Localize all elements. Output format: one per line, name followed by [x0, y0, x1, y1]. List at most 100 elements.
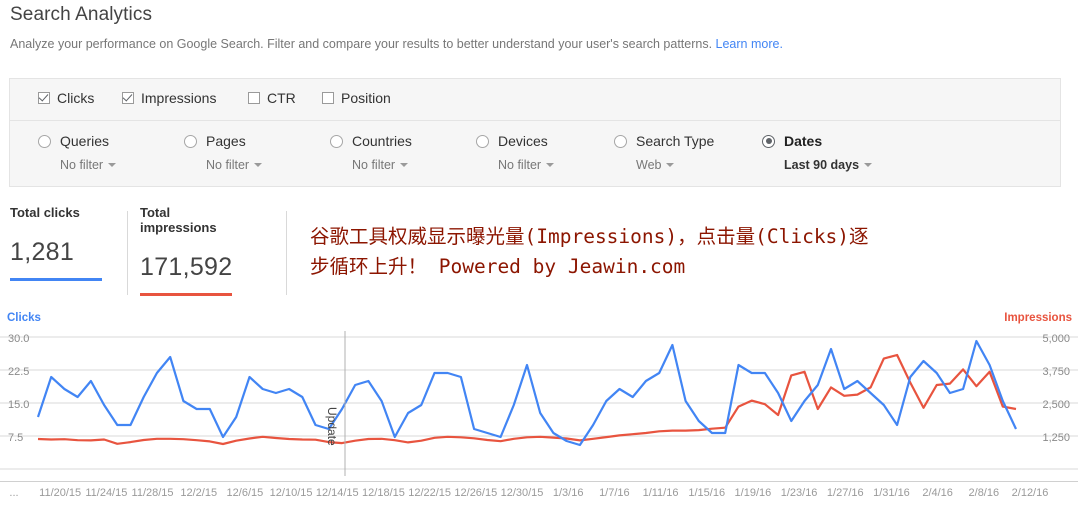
chart-svg: [0, 331, 1078, 476]
chart-plot-area: 30.0 22.5 15.0 7.5 5,000 3,750 2,500 1,2…: [0, 331, 1078, 476]
x-axis-tick-label: 1/11/16: [642, 487, 679, 499]
metric-label: Clicks: [57, 90, 95, 106]
watermark-text: 谷歌工具权威显示曝光量(Impressions)，点击量(Clicks)逐 步循环…: [310, 222, 1010, 282]
total-impressions-value: 171,592: [140, 253, 233, 281]
x-axis-tick-label: 1/19/16: [734, 487, 772, 499]
dimension-filter-value: No filter: [352, 158, 396, 172]
dimension-dates[interactable]: Dates Last 90 days: [762, 133, 873, 172]
y-axis-right-tick: 2,500: [1042, 399, 1070, 411]
x-axis-tick-label: 11/20/15: [39, 487, 82, 499]
dimension-header[interactable]: Pages: [184, 133, 262, 149]
radio-icon[interactable]: [184, 134, 197, 148]
search-analytics-chart: Clicks Impressions 30.0 22.5 15.0 7.5 5,…: [0, 305, 1078, 513]
dimension-label: Search Type: [636, 133, 715, 149]
dimension-filter-value: No filter: [206, 158, 250, 172]
metric-label: Position: [341, 90, 391, 106]
x-axis-tick-label: 12/26/15: [454, 487, 498, 499]
chevron-down-icon[interactable]: [666, 163, 675, 167]
metric-label: CTR: [267, 90, 296, 106]
x-axis-tick-label: 12/18/15: [362, 487, 405, 499]
dimension-header[interactable]: Devices: [476, 133, 554, 149]
chevron-down-icon[interactable]: [108, 163, 117, 167]
chevron-down-icon[interactable]: [864, 163, 873, 167]
dimension-filter-dropdown[interactable]: No filter: [206, 158, 263, 172]
page-subtitle: Analyze your performance on Google Searc…: [10, 37, 783, 51]
subtitle-text: Analyze your performance on Google Searc…: [10, 37, 716, 51]
x-axis-tick-label: 2/8/16: [968, 487, 1000, 499]
dimension-queries[interactable]: Queries No filter: [38, 133, 117, 172]
radio-icon[interactable]: [38, 134, 51, 148]
learn-more-link[interactable]: Learn more.: [716, 37, 783, 51]
chart-legend-clicks: Clicks: [7, 312, 41, 324]
dimension-label: Queries: [60, 133, 110, 149]
total-impressions-card: Total impressions 171,592: [140, 205, 254, 296]
chart-legend-impressions: Impressions: [1004, 312, 1072, 324]
chart-annotation-update: Update: [325, 407, 339, 446]
chart-x-axis: ... 11/20/15 11/24/15 11/28/15 12/2/15 12/6/1…: [0, 481, 1078, 512]
dimension-countries[interactable]: Countries No filter: [330, 133, 412, 172]
total-clicks-card: Total clicks 1,281: [10, 205, 124, 281]
metric-checkbox-clicks[interactable]: Clicks: [38, 90, 94, 106]
dimension-header[interactable]: Countries: [330, 133, 412, 149]
x-axis-tick-label: 11/28/15: [131, 487, 174, 499]
metric-checkbox-ctr[interactable]: CTR: [248, 90, 296, 106]
x-axis-tick-label: ...: [9, 487, 19, 499]
checkbox-icon[interactable]: [248, 92, 260, 104]
dimension-header[interactable]: Dates: [762, 133, 872, 149]
radio-icon[interactable]: [614, 134, 627, 148]
filter-panel: Clicks Impressions CTR Position Queries: [9, 78, 1061, 187]
x-axis-tick-label: 1/31/16: [873, 487, 910, 499]
chevron-down-icon[interactable]: [400, 163, 409, 167]
x-axis-tick-label: 1/27/16: [826, 487, 864, 499]
x-axis-tick-label: 12/6/15: [226, 487, 264, 499]
dimension-filter-dropdown[interactable]: Last 90 days: [784, 158, 873, 172]
dimension-filter-value: No filter: [498, 158, 542, 172]
metric-checkbox-position[interactable]: Position: [322, 90, 391, 106]
dimension-label: Dates: [784, 133, 823, 149]
total-impressions-underline: [140, 293, 232, 296]
radio-icon[interactable]: [762, 134, 775, 148]
dimension-search-type[interactable]: Search Type Web: [614, 133, 714, 172]
y-axis-left-tick: 22.5: [8, 366, 30, 378]
y-axis-right-tick: 3,750: [1042, 366, 1070, 378]
dimension-filter-dropdown[interactable]: Web: [636, 158, 714, 172]
chevron-down-icon[interactable]: [254, 163, 263, 167]
dimension-filter-value: Last 90 days: [784, 158, 860, 172]
checkbox-icon[interactable]: [38, 92, 50, 104]
y-axis-right-tick: 1,250: [1042, 432, 1070, 444]
x-axis-tick-label: 2/12/16: [1011, 487, 1049, 499]
metric-checkbox-row: Clicks Impressions CTR Position: [10, 79, 1060, 121]
radio-icon[interactable]: [476, 134, 489, 148]
chevron-down-icon[interactable]: [546, 163, 555, 167]
x-axis-tick-label: 12/22/15: [408, 487, 452, 499]
x-axis-tick-label: 2/4/16: [922, 487, 953, 499]
metric-checkbox-impressions[interactable]: Impressions: [122, 90, 216, 106]
dimension-devices[interactable]: Devices No filter: [476, 133, 555, 172]
checkbox-icon[interactable]: [322, 92, 334, 104]
page-title: Search Analytics: [10, 4, 153, 25]
dimension-filter-dropdown[interactable]: No filter: [60, 158, 117, 172]
x-axis-tick-label: 1/15/16: [688, 487, 726, 499]
search-analytics-page: Search Analytics Analyze your performanc…: [0, 0, 1078, 513]
total-clicks-value: 1,281: [10, 238, 75, 266]
dimension-filter-value: Web: [636, 158, 662, 172]
dimension-header[interactable]: Search Type: [614, 133, 714, 149]
x-axis-tick-label: 12/14/15: [315, 487, 359, 499]
dimension-row: Queries No filter Pages No filter Countr…: [10, 121, 1060, 187]
dimension-label: Devices: [498, 133, 548, 149]
checkbox-icon[interactable]: [122, 92, 134, 104]
dimension-header[interactable]: Queries: [38, 133, 116, 149]
dimension-filter-dropdown[interactable]: No filter: [352, 158, 412, 172]
x-axis-tick-label: 11/24/15: [85, 487, 128, 499]
total-clicks-label: Total clicks: [10, 205, 80, 220]
dimension-filter-dropdown[interactable]: No filter: [498, 158, 555, 172]
y-axis-left-tick: 15.0: [8, 399, 30, 411]
x-axis-tick-label: 1/3/16: [552, 487, 584, 499]
dimension-label: Countries: [352, 133, 412, 149]
totals-divider: [127, 211, 128, 295]
dimension-pages[interactable]: Pages No filter: [184, 133, 263, 172]
x-axis-tick-label: 12/10/15: [269, 487, 313, 499]
radio-icon[interactable]: [330, 134, 343, 148]
x-axis-tick-label: 12/30/15: [500, 487, 544, 499]
metric-label: Impressions: [141, 90, 217, 106]
